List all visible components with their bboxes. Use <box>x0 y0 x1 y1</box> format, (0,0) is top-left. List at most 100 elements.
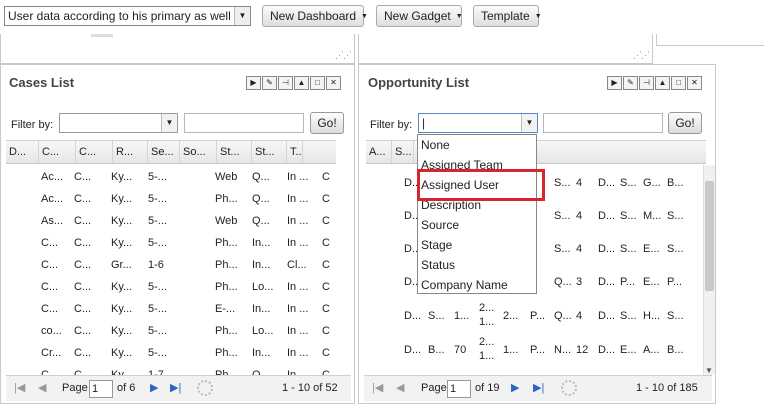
chevron-down-icon[interactable]: ▼ <box>521 114 537 132</box>
refresh-icon[interactable] <box>197 380 213 396</box>
cases-grid-header: D...C...C...R...Se...So...St...St...T... <box>6 140 336 164</box>
collapse-icon[interactable]: ▲ <box>294 76 309 90</box>
table-cell: 12 <box>576 344 589 356</box>
maximize-icon[interactable]: □ <box>310 76 325 90</box>
dashboard-select[interactable]: User data according to his primary as we… <box>4 6 251 26</box>
close-icon[interactable]: ✕ <box>326 76 341 90</box>
column-header[interactable]: St... <box>217 141 252 163</box>
refresh-icon[interactable] <box>561 380 577 396</box>
column-header[interactable]: R... <box>113 141 148 163</box>
close-icon[interactable]: ✕ <box>687 76 702 90</box>
edit-icon[interactable]: ✎ <box>262 76 277 90</box>
new-dashboard-label: New Dashboard <box>270 9 357 23</box>
edit-icon[interactable]: ✎ <box>623 76 638 90</box>
table-row[interactable]: C... C... Gr... 1-6 Ph... In... Cl... C <box>38 254 335 276</box>
dropdown-option[interactable]: Stage <box>418 235 536 255</box>
column-header[interactable]: So... <box>180 141 217 163</box>
table-cell: Ph... <box>215 237 238 249</box>
table-cell: M... <box>643 210 662 222</box>
dropdown-option[interactable]: Company Name <box>418 275 536 295</box>
table-cell: Ky... <box>111 171 133 183</box>
new-dashboard-button[interactable]: New Dashboard ▼ <box>262 5 368 27</box>
table-row[interactable]: co... C... Ky... 5-... Ph... Lo... In ... C <box>38 320 335 342</box>
opportunity-scrollbar[interactable]: ▼ <box>703 165 715 375</box>
dropdown-option[interactable]: Status <box>418 255 536 275</box>
opportunity-list-panel: Opportunity List ▶ ✎ ⊣ ▲ □ ✕ Filter by: … <box>358 64 716 404</box>
first-page-icon[interactable]: |◀ <box>14 381 25 394</box>
table-cell: In ... <box>287 303 309 315</box>
column-header[interactable]: Se... <box>148 141 180 163</box>
chevron-down-icon[interactable]: ▼ <box>234 7 250 25</box>
opportunity-filter-label: Filter by: <box>370 119 413 131</box>
scrollbar-thumb[interactable] <box>705 181 714 291</box>
column-header[interactable]: D... <box>6 141 39 163</box>
opportunity-filter-select[interactable]: | ▼ <box>418 113 538 133</box>
table-cell: G... <box>643 177 661 189</box>
column-header[interactable]: C... <box>39 141 76 163</box>
resize-grip-icon[interactable]: ⋰⋰ <box>633 50 650 61</box>
cases-paging-bar: |◀ ◀ Page 1 of 6 ▶ ▶| 1 - 10 of 52 <box>6 375 351 401</box>
dropdown-option[interactable]: Source <box>418 215 536 235</box>
cases-filter-input[interactable] <box>184 113 304 133</box>
table-cell: Ph... <box>215 259 238 271</box>
column-header[interactable]: St... <box>252 141 287 163</box>
template-button[interactable]: Template ▼ <box>473 5 542 27</box>
next-page-icon[interactable]: ▶ <box>150 381 158 394</box>
dropdown-option[interactable]: None <box>418 135 536 155</box>
table-row[interactable]: D... B... 70 2... 1... 1... P... N... 12 D... E..… <box>359 335 699 367</box>
chevron-down-icon: ▼ <box>455 12 463 20</box>
table-cell: H... <box>643 310 661 322</box>
table-cell: C... <box>74 193 92 205</box>
column-header[interactable]: T... <box>287 141 303 163</box>
scroll-down-icon[interactable]: ▼ <box>705 366 713 375</box>
cases-go-button[interactable]: Go! <box>310 112 344 134</box>
table-row[interactable]: Ac... C... Ky... 5-... Ph... Q... In ... C <box>38 188 335 210</box>
prev-page-icon[interactable]: ◀ <box>396 381 404 394</box>
table-row[interactable]: As... C... Ky... 5-... Web Q... In ... C <box>38 210 335 232</box>
play-icon[interactable]: ▶ <box>607 76 622 90</box>
collapse-icon[interactable]: ▲ <box>655 76 670 90</box>
table-row[interactable]: C... C... Ky... 5-... Ph... Lo... In ... C <box>38 276 335 298</box>
first-page-icon[interactable]: |◀ <box>372 381 383 394</box>
prev-page-icon[interactable]: ◀ <box>38 381 46 394</box>
table-row[interactable]: C... C... Ky... 5-... Ph... In... In ... C <box>38 232 335 254</box>
next-page-icon[interactable]: ▶ <box>511 381 519 394</box>
page-number-input[interactable]: 1 <box>447 380 471 398</box>
table-cell: E-... <box>215 303 236 315</box>
page-number-input[interactable]: 1 <box>89 380 113 398</box>
upper-far-panel <box>656 34 764 46</box>
table-cell: Ky... <box>111 193 133 205</box>
opportunity-filter-input[interactable] <box>543 113 663 133</box>
column-header[interactable]: S... <box>392 141 414 163</box>
pin-icon[interactable]: ⊣ <box>639 76 654 90</box>
table-cell: 5-... <box>148 215 167 227</box>
table-cell: Ph... <box>215 193 238 205</box>
play-icon[interactable]: ▶ <box>246 76 261 90</box>
table-cell: In ... <box>287 215 309 227</box>
dashboard-select-value: User data according to his primary as we… <box>8 9 251 23</box>
table-cell: B... <box>667 344 684 356</box>
table-row[interactable]: C... C... Ky... 5-... E-... In... In ... C <box>38 298 335 320</box>
table-cell: C... <box>74 281 92 293</box>
cases-filter-select[interactable]: ▼ <box>59 113 178 133</box>
new-gadget-button[interactable]: New Gadget ▼ <box>376 5 463 27</box>
table-cell <box>180 232 212 254</box>
table-row[interactable]: D... S... 1... 2... 1... 2... P... Q... 4 D... S.… <box>359 301 699 333</box>
chevron-down-icon[interactable]: ▼ <box>161 114 177 132</box>
resize-grip-icon[interactable]: ⋰⋰ <box>335 50 352 61</box>
table-cell: C... <box>74 303 92 315</box>
maximize-icon[interactable]: □ <box>671 76 686 90</box>
table-cell: P... <box>530 344 546 356</box>
table-cell: Ky... <box>111 325 133 337</box>
last-page-icon[interactable]: ▶| <box>533 381 544 394</box>
table-cell: Ky... <box>111 237 133 249</box>
last-page-icon[interactable]: ▶| <box>170 381 181 394</box>
column-header[interactable]: A... <box>366 141 392 163</box>
table-row[interactable]: Ac... C... Ky... 5-... Web Q... In ... C <box>38 166 335 188</box>
table-cell: Ph... <box>215 281 238 293</box>
column-header[interactable]: C... <box>76 141 113 163</box>
table-row[interactable]: Cr... C... Ky... 5-... Ph... In... In ... C <box>38 342 335 364</box>
cases-panel-controls: ▶ ✎ ⊣ ▲ □ ✕ <box>246 76 341 90</box>
opportunity-go-button[interactable]: Go! <box>668 112 702 134</box>
pin-icon[interactable]: ⊣ <box>278 76 293 90</box>
